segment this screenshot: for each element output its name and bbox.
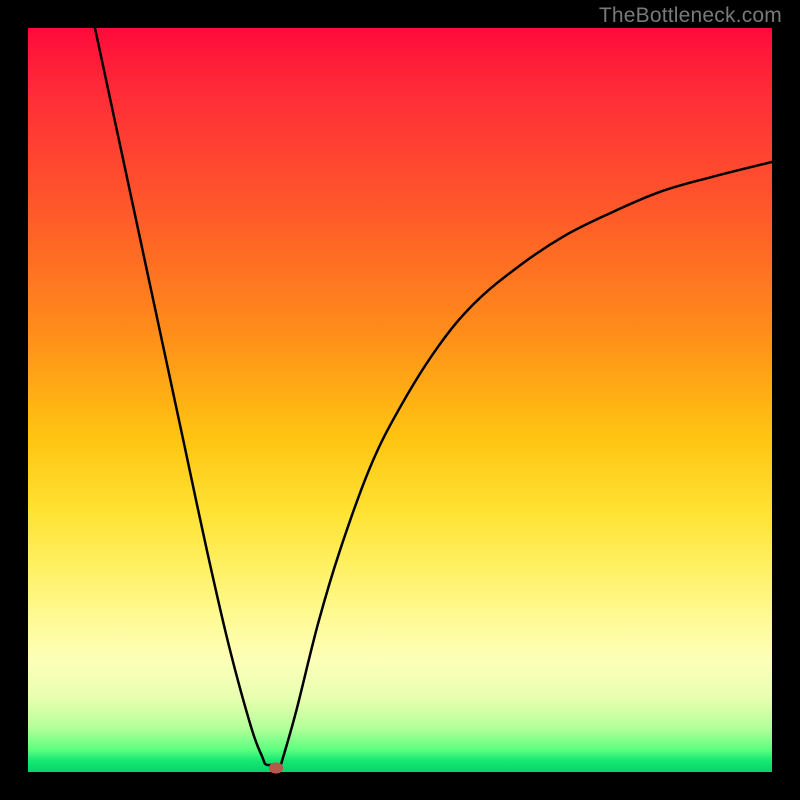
curve-left [95, 28, 274, 765]
chart-frame: TheBottleneck.com [0, 0, 800, 800]
plot-area [28, 28, 772, 772]
curve-right [281, 162, 772, 765]
curve-svg [28, 28, 772, 772]
optimum-marker [269, 763, 283, 774]
watermark-text: TheBottleneck.com [599, 4, 782, 28]
